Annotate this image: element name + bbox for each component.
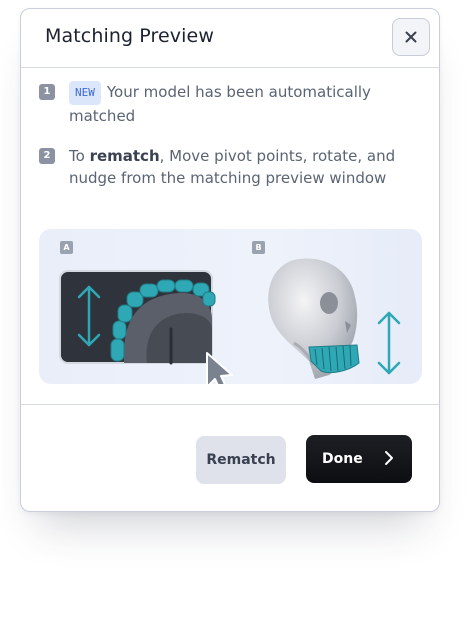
matching-illustration: A B	[39, 229, 422, 384]
done-button[interactable]: Done	[306, 435, 412, 483]
matching-preview-dialog: Matching Preview 1 NEW Your model has bee…	[20, 8, 440, 512]
illustration-graphic	[59, 258, 401, 384]
step-2-bold: rematch	[89, 147, 160, 165]
done-label: Done	[322, 451, 363, 467]
rematch-label: Rematch	[206, 452, 276, 468]
vertical-arrows-icon	[377, 311, 401, 375]
new-badge: NEW	[69, 81, 101, 105]
step-1: 1 NEW Your model has been automatically m…	[39, 81, 419, 127]
skull-model-b	[268, 258, 401, 379]
close-icon	[405, 31, 417, 43]
preview-window-a	[59, 270, 233, 384]
dialog-title: Matching Preview	[45, 25, 214, 47]
step-2-prefix: To	[69, 147, 90, 165]
instruction-steps: 1 NEW Your model has been automatically m…	[39, 81, 419, 189]
step-number: 1	[39, 84, 55, 100]
step-2: 2 To rematch, Move pivot points, rotate,…	[39, 145, 419, 189]
dialog-header: Matching Preview	[21, 9, 439, 68]
step-1-text: Your model has been automatically matche…	[69, 83, 371, 125]
chevron-right-icon	[385, 451, 393, 465]
close-button[interactable]	[392, 18, 430, 56]
rematch-button[interactable]: Rematch	[196, 436, 286, 484]
cursor-icon	[206, 352, 233, 384]
step-number: 2	[39, 148, 55, 164]
footer-divider	[21, 404, 439, 405]
